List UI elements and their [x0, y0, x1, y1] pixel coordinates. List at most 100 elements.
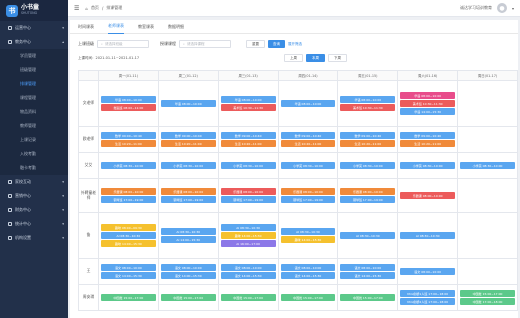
class-session-chip[interactable]: 语文 08:00~10:00 — [160, 264, 216, 271]
brand-logo[interactable]: 书 小书童 SHUTONG — [0, 0, 68, 21]
class-session-chip[interactable]: 中国舞 15:00~17:00 — [160, 294, 216, 301]
class-session-chip[interactable]: 趣味 14:00~15:30 — [220, 232, 276, 239]
class-session-chip[interactable]: 语文 14:00~15:30 — [340, 272, 396, 279]
class-session-chip[interactable]: 乐器课 08:00~10:00 — [340, 188, 396, 195]
class-session-chip[interactable]: Mini剑桥1人班 17:00~18:00 — [400, 290, 456, 297]
schedule-cell[interactable]: 乐器课 08:00~10:00 钢琴班 17:00~19:00 — [279, 179, 339, 212]
schedule-cell[interactable]: AI 08:30~10:30 — [398, 213, 459, 258]
schedule-cell[interactable]: 中国舞 15:00~17:00 — [99, 285, 159, 310]
schedule-cell[interactable]: 乐器课 08:00~10:00 钢琴班 17:00~19:00 — [219, 179, 279, 212]
sidebar-item-5[interactable]: 课程管理 — [0, 91, 68, 105]
home-icon[interactable]: ⌂ — [85, 6, 88, 11]
class-session-chip[interactable]: 数学 09:00~10:40 — [220, 132, 276, 139]
org-name[interactable]: 诚达学习培训教育 — [460, 5, 492, 11]
class-select[interactable]: ⌕ 请选择班级 — [97, 40, 149, 48]
class-session-chip[interactable]: 舞蹈班 08:00~11:00 — [100, 104, 156, 111]
class-session-chip[interactable]: AI 08:30~10:30 — [400, 232, 456, 239]
tab-teacher[interactable]: 老师课表 — [108, 20, 124, 34]
class-session-chip[interactable]: 语文 14:00~15:30 — [100, 272, 156, 279]
class-session-chip[interactable]: 小学英 08:30~10:00 — [400, 162, 456, 169]
class-session-chip[interactable]: 钢琴班 17:00~19:00 — [280, 196, 336, 203]
class-session-chip[interactable]: AI 08:30~10:30 — [280, 228, 336, 235]
class-session-chip[interactable]: 生活 10:20~11:00 — [100, 140, 156, 147]
class-session-chip[interactable]: AI 08:30~10:30 — [100, 232, 156, 239]
class-session-chip[interactable]: 华语 08:00~10:00 — [280, 100, 336, 107]
sidebar-item-15[interactable]: 机构设置 ▾ — [0, 231, 68, 245]
schedule-cell[interactable]: 中国舞 15:00~17:00 中国舞 17:00~18:00 — [458, 285, 518, 310]
class-session-chip[interactable]: 钢琴班 17:00~19:00 — [220, 196, 276, 203]
sidebar-item-10[interactable]: 融卡考勤 — [0, 161, 68, 175]
class-session-chip[interactable]: 中国舞 17:00~18:00 — [460, 298, 515, 305]
expand-filter-link[interactable]: 展开筛选 — [288, 42, 302, 47]
class-session-chip[interactable]: 钢琴班 17:00~19:00 — [340, 196, 396, 203]
sidebar-item-13[interactable]: 财务中心 ▾ — [0, 203, 68, 217]
course-select[interactable]: ⌕ 请选择课程 — [179, 40, 231, 48]
schedule-cell[interactable]: 华语 08:00~10:00 美术班 10:30~11:30 华语 14:00~15… — [398, 81, 459, 126]
breadcrumb-home[interactable]: 首页 — [91, 5, 99, 11]
class-session-chip[interactable]: AI 16:00~17:00 — [220, 240, 276, 247]
class-session-chip[interactable]: 乐器课 08:00~10:00 — [100, 188, 156, 195]
schedule-cell[interactable]: 乐器课 08:00~10:00 钢琴班 17:00~19:00 — [338, 179, 399, 212]
current-week-button[interactable]: 本周 — [306, 54, 325, 62]
schedule-cell[interactable]: 中国舞 15:00~17:00 — [279, 285, 339, 310]
class-session-chip[interactable]: 华语 08:00~10:00 — [160, 100, 216, 107]
class-session-chip[interactable]: 乐器课 08:00~10:00 — [400, 192, 456, 199]
tab-data-detail[interactable]: 数据明细 — [168, 20, 184, 34]
sidebar-item-6[interactable]: 物品资料 — [0, 105, 68, 119]
class-session-chip[interactable]: 数学 09:00~10:40 — [400, 132, 456, 139]
class-session-chip[interactable]: 生活 10:20~11:00 — [400, 140, 456, 147]
class-session-chip[interactable]: 小学英 08:30~10:00 — [160, 162, 216, 169]
schedule-cell[interactable]: 华语 08:00~10:00 美术班 10:30~11:30 — [219, 81, 279, 126]
sidebar-item-11[interactable]: 家校互动 ▾ — [0, 175, 68, 189]
tab-classroom[interactable]: 教室课表 — [138, 20, 154, 34]
schedule-cell[interactable]: 中国舞 15:00~17:00 — [338, 285, 399, 310]
sidebar-item-14[interactable]: 统计中心 ▾ — [0, 217, 68, 231]
schedule-cell[interactable]: 华语 08:00~10:00 — [279, 81, 339, 126]
schedule-cell[interactable]: 中国舞 15:00~17:00 — [219, 285, 279, 310]
schedule-cell[interactable]: 小学英 08:30~10:00 — [99, 153, 159, 178]
schedule-cell[interactable]: 数学 09:00~10:40 生活 10:20~11:00 — [279, 127, 339, 152]
class-session-chip[interactable]: 语文 14:00~15:30 — [220, 272, 276, 279]
schedule-cell[interactable]: 小学英 08:30~10:00 — [398, 153, 459, 178]
schedule-cell[interactable]: 语文 08:00~10:00 — [398, 259, 459, 284]
class-session-chip[interactable]: 中国舞 15:00~17:00 — [280, 294, 336, 301]
class-session-chip[interactable]: 趣味 14:00~15:30 — [100, 240, 156, 247]
class-session-chip[interactable]: 华语 08:00~10:00 — [340, 96, 396, 103]
class-session-chip[interactable]: 美术班 10:30~11:30 — [220, 104, 276, 111]
schedule-cell[interactable]: 乐器课 08:00~10:00 — [398, 179, 459, 212]
class-session-chip[interactable]: 乐器课 08:00~10:00 — [220, 188, 276, 195]
class-session-chip[interactable]: 美术班 10:30~11:30 — [340, 104, 396, 111]
schedule-cell[interactable]: 华语 08:00~10:00 美术班 10:30~11:30 — [338, 81, 399, 126]
schedule-cell[interactable]: Mini剑桥1人班 17:00~18:00 Mini剑桥2人班 17:00~18:… — [398, 285, 459, 310]
class-session-chip[interactable]: 小学英 08:30~10:00 — [100, 162, 156, 169]
class-session-chip[interactable]: 数学 09:00~10:40 — [100, 132, 156, 139]
class-session-chip[interactable]: 小学英 08:30~10:00 — [220, 162, 276, 169]
sidebar-item-3[interactable]: 班级管理 — [0, 63, 68, 77]
schedule-cell[interactable] — [458, 179, 518, 212]
schedule-cell[interactable]: 语文 08:00~10:00 语文 14:00~15:30 — [279, 259, 339, 284]
class-session-chip[interactable]: 生活 10:20~11:00 — [340, 140, 396, 147]
sidebar-item-1[interactable]: 教务中心 ▴ — [0, 35, 68, 49]
schedule-cell[interactable]: 华语 08:00~10:00 — [159, 81, 219, 126]
class-session-chip[interactable]: 小学英 08:30~10:00 — [340, 162, 396, 169]
class-session-chip[interactable]: 趣味 14:00~15:30 — [280, 236, 336, 243]
schedule-cell[interactable]: 乐器课 08:00~10:00 钢琴班 17:00~19:00 — [99, 179, 159, 212]
class-session-chip[interactable]: 中国舞 15:00~17:00 — [340, 294, 396, 301]
user-icon[interactable]: ● — [496, 3, 507, 13]
schedule-cell[interactable]: 数学 09:00~10:40 生活 10:20~11:00 — [99, 127, 159, 152]
schedule-cell[interactable]: 中国舞 15:00~17:00 — [159, 285, 219, 310]
class-session-chip[interactable]: AI 14:00~15:30 — [160, 236, 216, 243]
schedule-cell[interactable]: 语文 08:00~10:00 语文 14:00~15:30 — [219, 259, 279, 284]
class-session-chip[interactable]: 数学 09:00~10:40 — [280, 132, 336, 139]
class-session-chip[interactable]: 钢琴班 17:00~19:00 — [160, 196, 216, 203]
class-session-chip[interactable]: 语文 08:00~10:00 — [400, 268, 456, 275]
sidebar-item-12[interactable]: 营销中心 ▾ — [0, 189, 68, 203]
schedule-cell[interactable] — [458, 127, 518, 152]
class-session-chip[interactable]: 钢琴班 17:00~19:00 — [100, 196, 156, 203]
schedule-cell[interactable]: 数学 09:00~10:40 生活 10:20~11:00 — [159, 127, 219, 152]
schedule-cell[interactable]: 小学英 08:30~10:00 — [279, 153, 339, 178]
next-week-button[interactable]: 下周 — [328, 54, 347, 62]
class-session-chip[interactable]: 中国舞 15:00~17:00 — [460, 290, 515, 297]
class-session-chip[interactable]: 乐器课 08:00~10:00 — [160, 188, 216, 195]
class-session-chip[interactable]: 华语 14:00~15:30 — [400, 108, 456, 115]
